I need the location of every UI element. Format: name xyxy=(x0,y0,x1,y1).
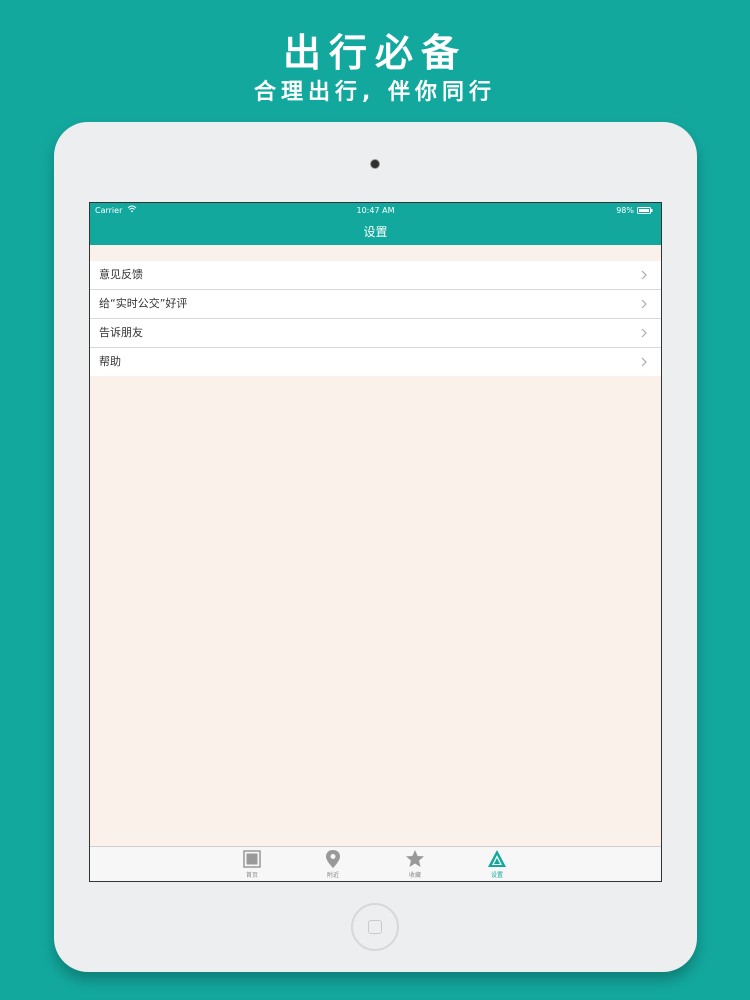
settings-item-rate-app[interactable]: 给“实时公交”好评 xyxy=(90,290,661,319)
tab-bar: 首页 附近 收藏 设置 xyxy=(90,846,661,881)
battery-icon xyxy=(637,207,653,214)
promo-title: 出行必备 xyxy=(282,31,467,75)
settings-item-tell-friends[interactable]: 告诉朋友 xyxy=(90,319,661,348)
star-icon xyxy=(406,850,424,867)
settings-item-label: 意见反馈 xyxy=(99,268,143,281)
settings-item-label: 给“实时公交”好评 xyxy=(99,297,188,310)
tab-favorites[interactable]: 收藏 xyxy=(395,849,435,881)
location-pin-icon xyxy=(326,850,340,868)
app-screen: Carrier 10:47 AM 98% 设置 意见反馈 给“实时公交”好评 告… xyxy=(89,202,662,882)
tablet-device: Carrier 10:47 AM 98% 设置 意见反馈 给“实时公交”好评 告… xyxy=(54,122,697,972)
chevron-right-icon xyxy=(641,299,647,309)
clock-time: 10:47 AM xyxy=(356,206,395,215)
chevron-right-icon xyxy=(641,357,647,367)
status-bar: Carrier 10:47 AM 98% xyxy=(90,203,661,217)
settings-item-feedback[interactable]: 意见反馈 xyxy=(90,261,661,290)
tab-label: 首页 xyxy=(245,872,258,879)
front-camera xyxy=(370,159,380,169)
navigation-bar: Carrier 10:47 AM 98% 设置 xyxy=(90,203,661,245)
promo-subtitle: 合理出行, 伴你同行 xyxy=(253,80,497,105)
chevron-right-icon xyxy=(641,328,647,338)
chevron-right-icon xyxy=(641,270,647,280)
settings-item-help[interactable]: 帮助 xyxy=(90,348,661,376)
home-button-square-icon xyxy=(368,920,382,934)
tab-nearby[interactable]: 附近 xyxy=(313,849,353,881)
home-button[interactable] xyxy=(351,903,399,951)
settings-item-label: 告诉朋友 xyxy=(99,326,143,339)
tab-label: 附近 xyxy=(326,872,339,879)
settings-item-label: 帮助 xyxy=(99,355,121,368)
tab-home[interactable]: 首页 xyxy=(232,849,272,881)
battery-percent: 98% xyxy=(616,206,634,215)
home-square-icon xyxy=(243,850,261,868)
tab-label: 收藏 xyxy=(408,872,421,879)
tab-label: 设置 xyxy=(490,872,503,879)
tab-settings[interactable]: 设置 xyxy=(477,849,517,881)
triangle-settings-icon xyxy=(488,850,506,867)
page-title: 设置 xyxy=(363,225,388,239)
settings-list: 意见反馈 给“实时公交”好评 告诉朋友 帮助 xyxy=(90,261,661,376)
